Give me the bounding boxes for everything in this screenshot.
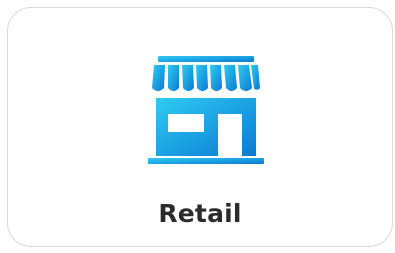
- retail-card[interactable]: Retail: [7, 7, 393, 247]
- card-label: Retail: [158, 199, 242, 228]
- store-icon: [148, 56, 264, 166]
